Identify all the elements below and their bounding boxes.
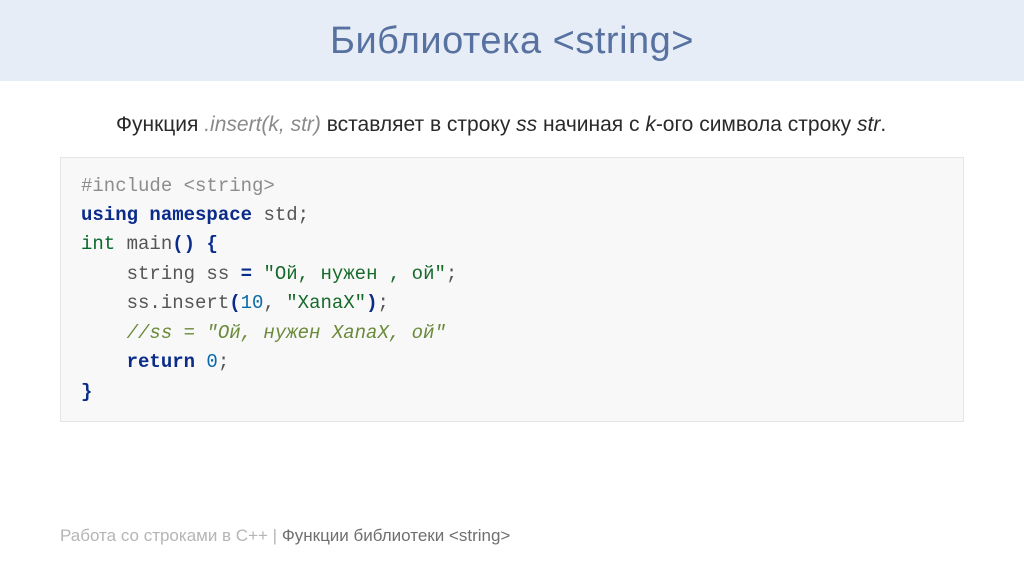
content-area: Функция .insert(k, str) вставляет в стро… bbox=[0, 81, 1024, 422]
code-kw-namespace: namespace bbox=[149, 204, 252, 226]
desc-text: вставляет в строку bbox=[321, 113, 516, 136]
code-type-int: int bbox=[81, 233, 115, 255]
code-kw-using: using bbox=[81, 204, 138, 226]
code-semi: ; bbox=[218, 351, 229, 373]
title-bar: Библиотека <string> bbox=[0, 0, 1024, 81]
code-text: ss.insert bbox=[81, 292, 229, 314]
desc-var-str: str bbox=[857, 113, 880, 136]
footer-left: Работа со строками в С++ | bbox=[60, 526, 282, 545]
desc-text: . bbox=[880, 113, 886, 136]
code-preproc: #include <string> bbox=[81, 175, 275, 197]
code-string: "XanaX" bbox=[286, 292, 366, 314]
code-text: string ss bbox=[81, 263, 241, 285]
code-brace-open: { bbox=[195, 233, 218, 255]
code-paren: () bbox=[172, 233, 195, 255]
desc-var-k: k bbox=[645, 113, 656, 136]
code-semi: ; bbox=[446, 263, 457, 285]
code-eq: = bbox=[241, 263, 252, 285]
desc-func-name: .insert(k, str) bbox=[204, 113, 321, 136]
code-semi: ; bbox=[378, 292, 389, 314]
page-title: Библиотека <string> bbox=[0, 20, 1024, 63]
code-kw-return: return bbox=[81, 351, 195, 373]
code-string: "Ой, нужен , ой" bbox=[252, 263, 446, 285]
code-paren-open: ( bbox=[229, 292, 240, 314]
code-paren-close: ) bbox=[366, 292, 377, 314]
code-sep: , bbox=[263, 292, 286, 314]
description-paragraph: Функция .insert(k, str) вставляет в стро… bbox=[60, 109, 964, 141]
desc-var-ss: ss bbox=[516, 113, 537, 136]
code-fn-main: main bbox=[115, 233, 172, 255]
code-number: 10 bbox=[241, 292, 264, 314]
footer-right: Функции библиотеки <string> bbox=[282, 526, 511, 545]
code-number: 0 bbox=[195, 351, 218, 373]
desc-text: -ого символа строку bbox=[656, 113, 857, 136]
desc-text: Функция bbox=[116, 113, 204, 136]
code-text: std; bbox=[252, 204, 309, 226]
desc-text: начиная с bbox=[537, 113, 645, 136]
code-comment: //ss = "Ой, нужен XanaX, ой" bbox=[81, 322, 446, 344]
code-block: #include <string> using namespace std; i… bbox=[60, 157, 964, 423]
footer: Работа со строками в С++ | Функции библи… bbox=[60, 526, 510, 546]
code-brace-close: } bbox=[81, 381, 92, 403]
